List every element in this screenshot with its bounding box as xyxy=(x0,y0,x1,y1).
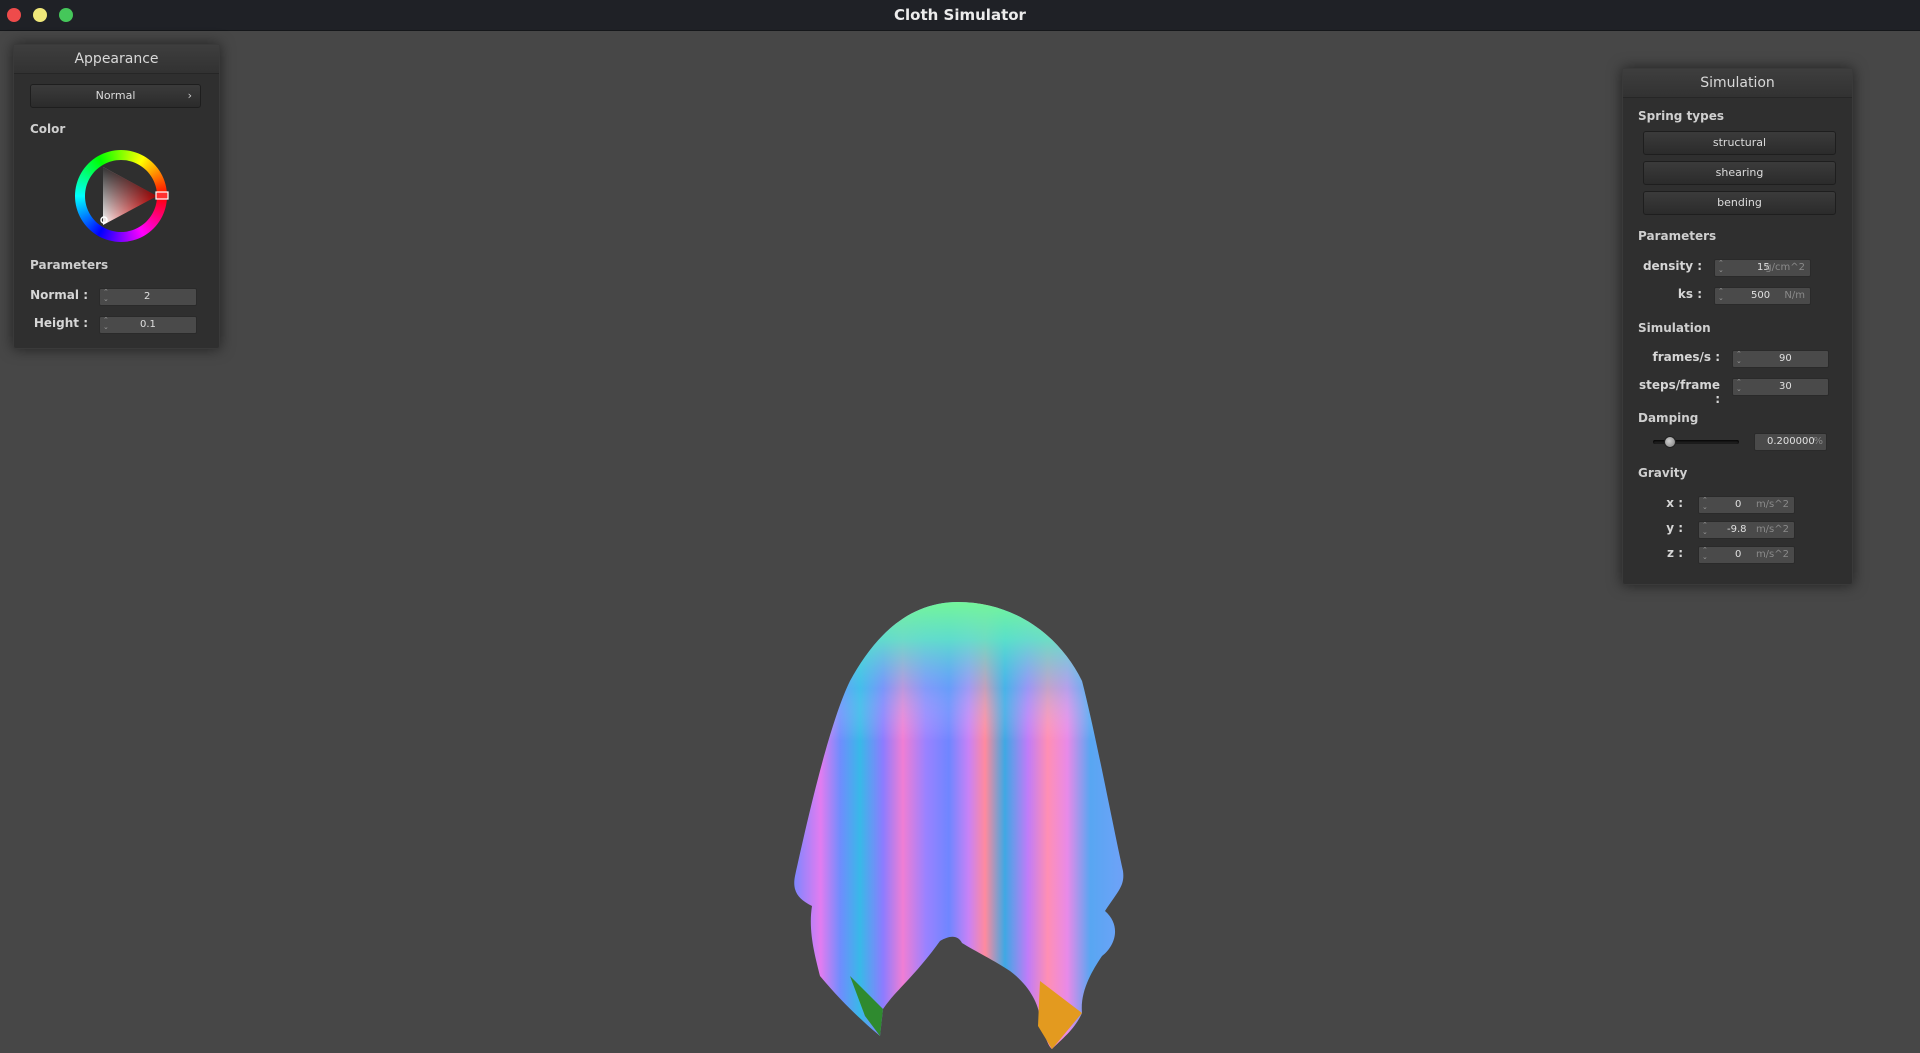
chevron-right-icon: › xyxy=(187,89,192,102)
title-bar: Cloth Simulator xyxy=(0,0,1920,31)
steps-label: steps/frame : xyxy=(1638,378,1720,406)
appearance-panel: Appearance Normal › Color Parameters Nor… xyxy=(13,44,220,349)
shader-dropdown-value: Normal xyxy=(95,89,136,102)
damping-slider-handle[interactable] xyxy=(1664,436,1677,448)
simulation-section-label: Simulation xyxy=(1638,321,1711,335)
spinner-arrows-icon[interactable]: ⌃ ⌄ xyxy=(1702,522,1710,536)
appearance-parameters-label: Parameters xyxy=(30,258,109,272)
ks-label: ks : xyxy=(1677,287,1702,301)
fps-input[interactable]: ⌃ ⌄ 90 xyxy=(1732,350,1829,368)
height-input[interactable]: ⌃ ⌄ 0.1 xyxy=(99,316,197,334)
gravity-z-input[interactable]: ⌃ ⌄ 0 m/s^2 xyxy=(1698,546,1795,564)
damping-slider[interactable] xyxy=(1653,436,1739,448)
spinner-arrows-icon[interactable]: ⌃ ⌄ xyxy=(1736,379,1744,393)
simulation-panel: Simulation Spring types structural shear… xyxy=(1622,68,1853,585)
appearance-panel-title: Appearance xyxy=(14,45,219,74)
spinner-arrows-icon[interactable]: ⌃ ⌄ xyxy=(1736,351,1744,365)
steps-input[interactable]: ⌃ ⌄ 30 xyxy=(1732,378,1829,396)
spinner-arrows-icon[interactable]: ⌃ ⌄ xyxy=(1702,497,1710,511)
color-label: Color xyxy=(30,122,66,136)
spinner-arrows-icon[interactable]: ⌃ ⌄ xyxy=(103,289,111,303)
color-wheel-picker[interactable] xyxy=(71,146,171,246)
hue-selector-handle[interactable] xyxy=(155,191,169,200)
gravity-z-label: z : xyxy=(1667,546,1683,560)
gravity-y-input[interactable]: ⌃ ⌄ -9.8 m/s^2 xyxy=(1698,521,1795,539)
density-input[interactable]: ⌃ ⌄ 15 g/cm^2 xyxy=(1714,259,1811,277)
spinner-arrows-icon[interactable]: ⌃ ⌄ xyxy=(1718,260,1726,274)
shader-dropdown[interactable]: Normal › xyxy=(30,84,201,108)
structural-toggle-button[interactable]: structural xyxy=(1643,131,1836,155)
spinner-arrows-icon[interactable]: ⌃ ⌄ xyxy=(1702,547,1710,561)
normal-input[interactable]: ⌃ ⌄ 2 xyxy=(99,288,197,306)
height-label: Height : xyxy=(33,316,88,330)
density-label: density : xyxy=(1642,259,1702,273)
simulation-panel-title: Simulation xyxy=(1623,69,1852,98)
sim-parameters-label: Parameters xyxy=(1638,229,1717,243)
bending-toggle-button[interactable]: bending xyxy=(1643,191,1836,215)
gravity-y-label: y : xyxy=(1666,521,1683,535)
spring-types-label: Spring types xyxy=(1638,109,1725,123)
normal-label: Normal : xyxy=(30,288,88,302)
damping-input[interactable]: 0.200000 % xyxy=(1754,433,1827,451)
window-title: Cloth Simulator xyxy=(894,6,1026,24)
gravity-label: Gravity xyxy=(1638,466,1688,480)
gravity-x-label: x : xyxy=(1666,496,1683,510)
spinner-arrows-icon[interactable]: ⌃ ⌄ xyxy=(103,317,111,331)
shearing-toggle-button[interactable]: shearing xyxy=(1643,161,1836,185)
fps-label: frames/s : xyxy=(1652,350,1720,364)
ks-input[interactable]: ⌃ ⌄ 500 N/m xyxy=(1714,287,1811,305)
spinner-arrows-icon[interactable]: ⌃ ⌄ xyxy=(1718,288,1726,302)
damping-label: Damping xyxy=(1638,411,1699,425)
gravity-x-input[interactable]: ⌃ ⌄ 0 m/s^2 xyxy=(1698,496,1795,514)
